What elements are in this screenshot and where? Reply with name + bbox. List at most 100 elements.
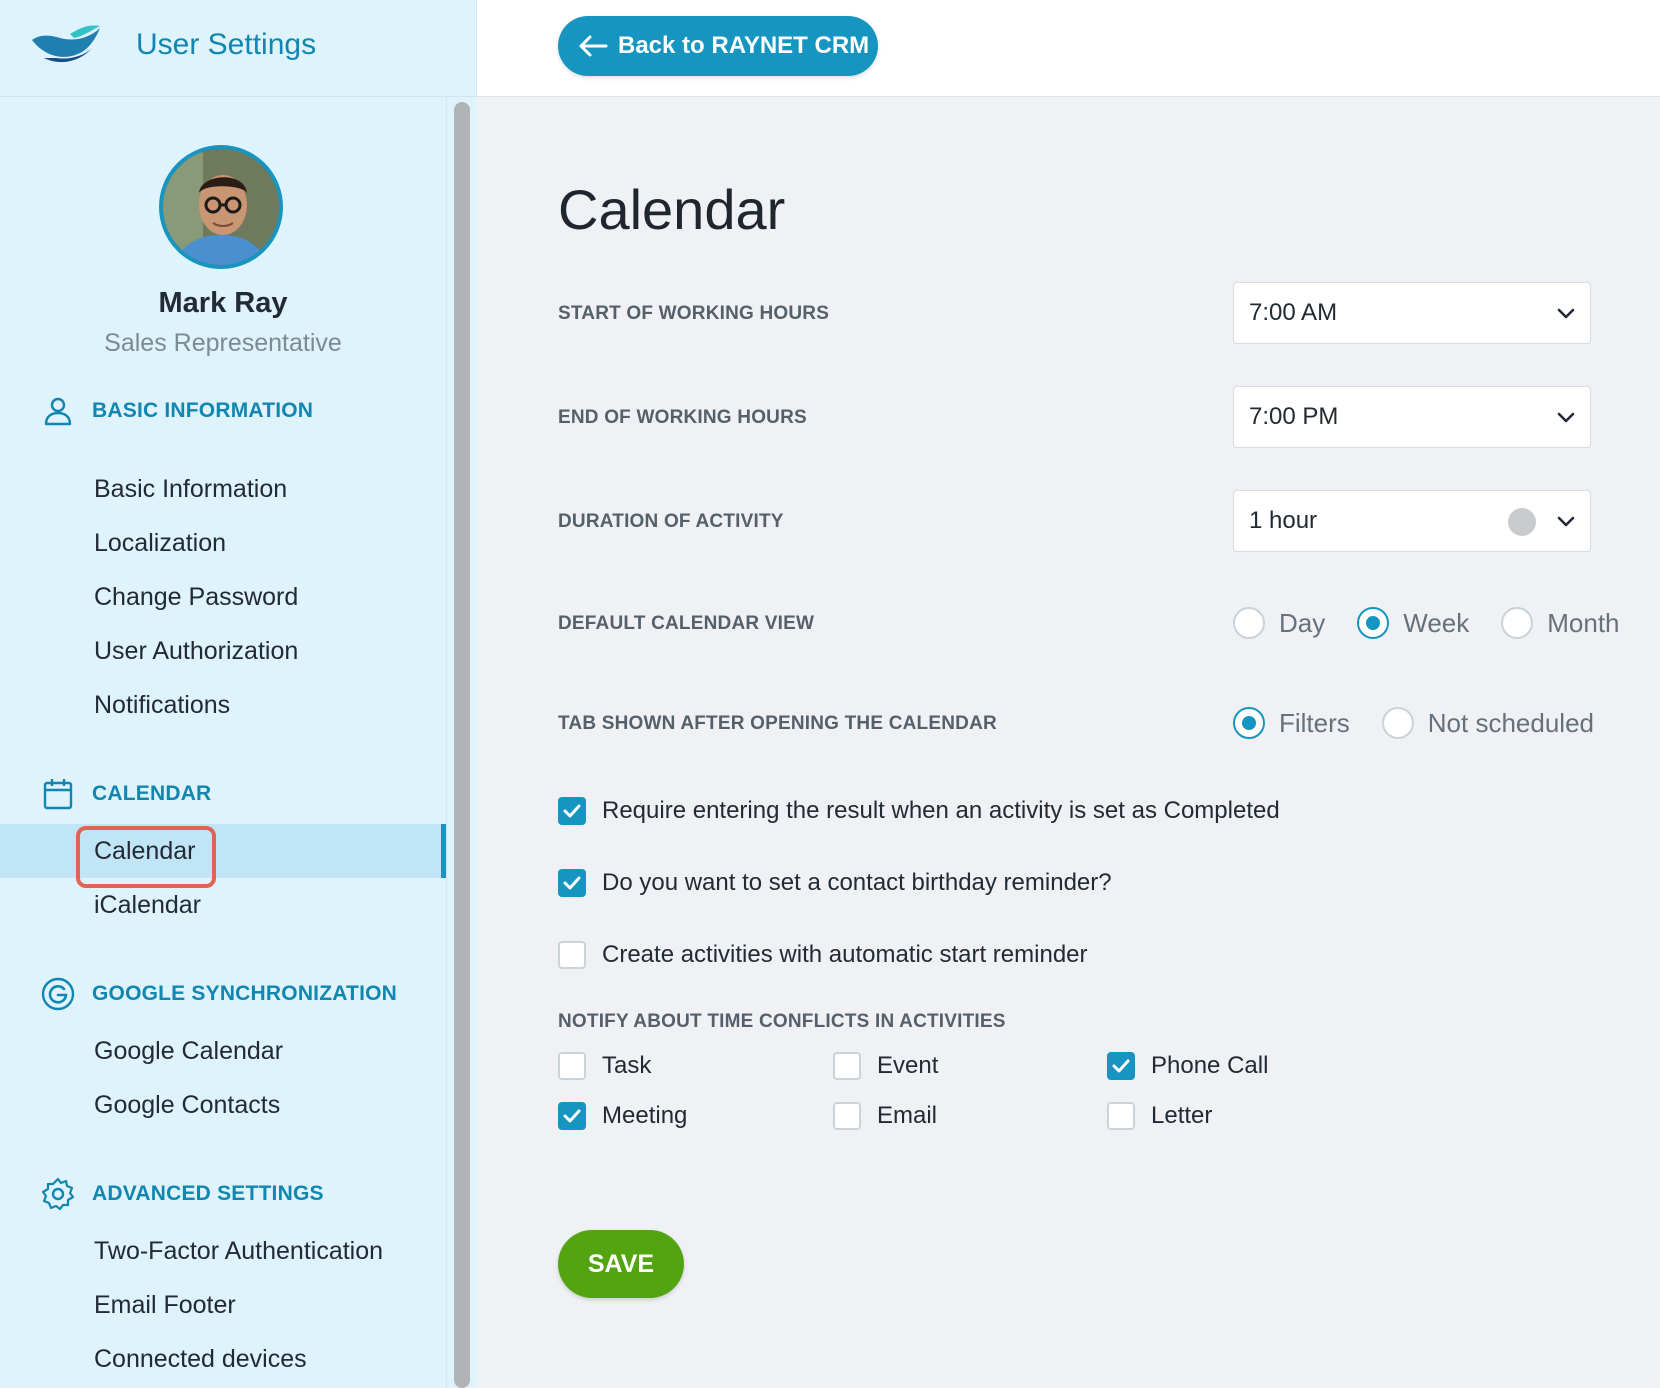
tab-shown-label: TAB SHOWN AFTER OPENING THE CALENDAR: [558, 713, 997, 734]
conflict-phone-call-checkbox-row[interactable]: Phone Call: [1107, 1050, 1268, 1082]
save-button[interactable]: SAVE: [558, 1230, 684, 1298]
start-hours-select[interactable]: 7:00 AM: [1233, 282, 1591, 344]
user-role: Sales Representative: [104, 329, 342, 357]
checkbox[interactable]: [833, 1052, 861, 1080]
radio-label: Week: [1403, 607, 1470, 638]
brand-area: User Settings: [0, 0, 477, 97]
conflict-letter-checkbox-row[interactable]: Letter: [1107, 1100, 1212, 1132]
checkbox[interactable]: [833, 1102, 861, 1130]
conflict-meeting-checkbox-row[interactable]: Meeting: [558, 1100, 687, 1132]
duration-label: DURATION OF ACTIVITY: [558, 511, 784, 532]
checkbox[interactable]: [558, 1052, 586, 1080]
sidebar-item-connected-devices[interactable]: Connected devices: [0, 1332, 446, 1386]
sidebar-item-label: Calendar: [94, 836, 196, 865]
person-icon: [40, 393, 76, 429]
checkbox-checked[interactable]: [1107, 1052, 1135, 1080]
checkbox-label: Do you want to set a contact birthday re…: [602, 869, 1112, 896]
checkbox-label: Create activities with automatic start r…: [602, 941, 1088, 968]
radio-button[interactable]: [1501, 607, 1534, 639]
sidebar-item-two-factor-authentication[interactable]: Two-Factor Authentication: [0, 1224, 446, 1278]
user-name: Mark Ray: [158, 287, 288, 319]
auto-start-reminder-checkbox-row[interactable]: Create activities with automatic start r…: [558, 939, 1088, 971]
radio-day[interactable]: Day: [1233, 607, 1325, 639]
section-title: BASIC INFORMATION: [92, 399, 314, 422]
conflict-event-checkbox-row[interactable]: Event: [833, 1050, 938, 1082]
main-content: Calendar START OF WORKING HOURS 7:00 AM …: [477, 97, 1660, 1388]
section-title: ADVANCED SETTINGS: [92, 1182, 324, 1205]
checkbox-label: Meeting: [602, 1102, 688, 1129]
default-view-radio-group: Day Week Month: [1233, 603, 1652, 643]
radio-not-scheduled[interactable]: Not scheduled: [1381, 707, 1595, 739]
start-hours-label: START OF WORKING HOURS: [558, 303, 830, 324]
chevron-down-icon: [1557, 516, 1575, 527]
require-result-checkbox-row[interactable]: Require entering the result when an acti…: [558, 795, 1280, 827]
gear-icon: [40, 1176, 76, 1212]
birthday-reminder-checkbox-row[interactable]: Do you want to set a contact birthday re…: [558, 867, 1112, 899]
tab-shown-radio-group: Filters Not scheduled: [1233, 703, 1626, 743]
checkbox-label: Letter: [1151, 1102, 1213, 1129]
default-view-label: DEFAULT CALENDAR VIEW: [558, 613, 815, 634]
radio-label: Month: [1547, 607, 1620, 638]
sidebar-item-localization[interactable]: Localization: [0, 516, 446, 570]
sidebar-item-notifications[interactable]: Notifications: [0, 678, 446, 732]
radio-filters[interactable]: Filters: [1233, 707, 1350, 739]
checkbox[interactable]: [1107, 1102, 1135, 1130]
sidebar-item-google-calendar[interactable]: Google Calendar: [0, 1024, 446, 1078]
section-calendar: CALENDAR: [40, 776, 211, 812]
conflicts-label: NOTIFY ABOUT TIME CONFLICTS IN ACTIVITIE…: [558, 1011, 1006, 1032]
avatar: [159, 145, 283, 269]
arrow-left-icon: [579, 35, 608, 57]
raynet-logo-icon: [32, 25, 100, 63]
checkbox-label: Task: [602, 1052, 652, 1079]
section-google-synchronization: GOOGLE SYNCHRONIZATION: [40, 976, 397, 1012]
radio-button[interactable]: [1233, 607, 1265, 639]
sidebar-item-google-contacts[interactable]: Google Contacts: [0, 1078, 446, 1132]
conflict-task-checkbox-row[interactable]: Task: [558, 1050, 651, 1082]
sidebar: Mark Ray Sales Representative BASIC INFO…: [0, 97, 446, 1388]
end-hours-label: END OF WORKING HOURS: [558, 407, 807, 428]
conflict-email-checkbox-row[interactable]: Email: [833, 1100, 937, 1132]
checkbox-checked[interactable]: [558, 1102, 586, 1130]
radio-button[interactable]: [1381, 707, 1414, 739]
sidebar-item-change-password[interactable]: Change Password: [0, 570, 446, 624]
checkbox-checked[interactable]: [558, 869, 586, 897]
back-to-crm-button[interactable]: Back to RAYNET CRM: [558, 16, 878, 76]
section-advanced-settings: ADVANCED SETTINGS: [40, 1176, 324, 1212]
start-hours-value: 7:00 AM: [1249, 299, 1338, 326]
checkbox-label: Email: [877, 1102, 938, 1129]
avatar-photo-icon: [163, 149, 279, 265]
sidebar-item-icalendar[interactable]: iCalendar: [0, 878, 446, 932]
radio-label: Day: [1279, 607, 1326, 638]
chevron-down-icon: [1557, 308, 1575, 319]
calendar-icon: [40, 776, 76, 812]
sidebar-item-calendar[interactable]: Calendar: [0, 824, 446, 888]
checkbox-label: Require entering the result when an acti…: [602, 797, 1280, 824]
checkbox[interactable]: [558, 941, 586, 969]
loading-indicator-icon: [1508, 508, 1536, 536]
section-title: CALENDAR: [92, 782, 212, 805]
chevron-down-icon: [1557, 412, 1575, 423]
app-title: User Settings: [136, 28, 317, 61]
duration-value: 1 hour: [1249, 507, 1318, 534]
radio-week[interactable]: Week: [1357, 607, 1469, 639]
checkbox-label: Event: [877, 1052, 939, 1079]
section-basic-information: BASIC INFORMATION: [40, 393, 313, 429]
checkmark-icon: [563, 1109, 581, 1123]
sidebar-scrollbar[interactable]: [454, 102, 470, 1388]
checkbox-checked[interactable]: [558, 797, 586, 825]
duration-select[interactable]: 1 hour: [1233, 490, 1591, 552]
radio-button-selected[interactable]: [1233, 707, 1265, 739]
back-button-label: Back to RAYNET CRM: [618, 32, 870, 59]
end-hours-value: 7:00 PM: [1249, 403, 1339, 430]
radio-button-selected[interactable]: [1357, 607, 1390, 639]
radio-label: Not scheduled: [1427, 707, 1595, 738]
checkmark-icon: [1112, 1059, 1130, 1073]
google-icon: [40, 976, 76, 1012]
sidebar-item-user-authorization[interactable]: User Authorization: [0, 624, 446, 678]
end-hours-select[interactable]: 7:00 PM: [1233, 386, 1591, 448]
sidebar-item-email-footer[interactable]: Email Footer: [0, 1278, 446, 1332]
checkmark-icon: [563, 804, 581, 818]
radio-month[interactable]: Month: [1501, 607, 1620, 639]
radio-label: Filters: [1279, 707, 1350, 738]
sidebar-item-basic-information[interactable]: Basic Information: [0, 462, 446, 516]
